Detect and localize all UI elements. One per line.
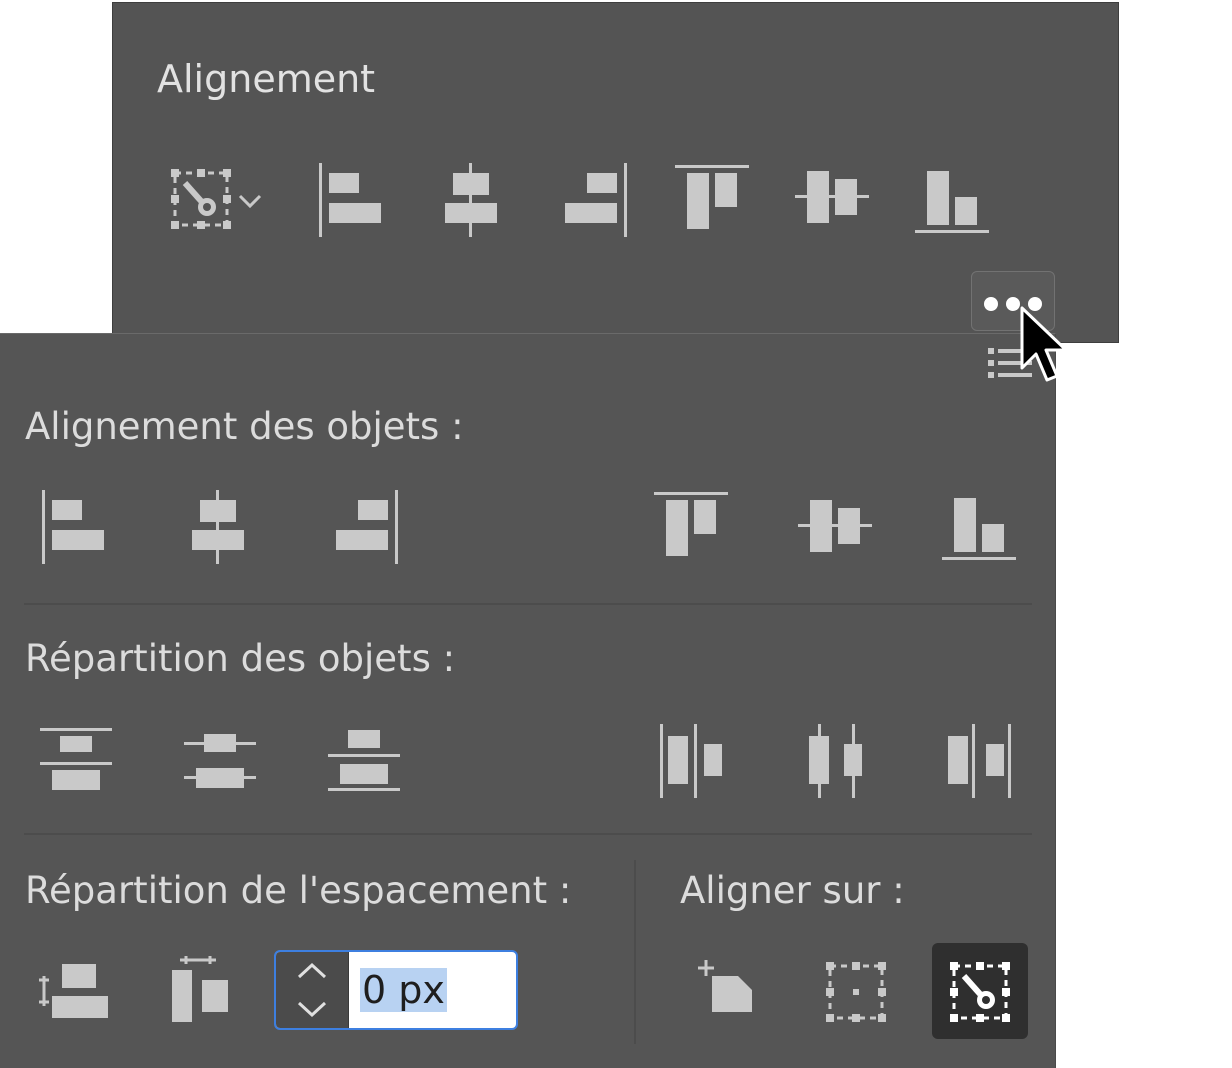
value-stepper[interactable] xyxy=(276,952,349,1028)
alignment-panel-top: Alignement xyxy=(112,2,1119,343)
align-to-artboard-icon[interactable] xyxy=(698,958,756,1014)
key-object-align-icon[interactable] xyxy=(171,169,231,229)
more-options-icon xyxy=(1006,297,1020,311)
chevron-up-icon[interactable] xyxy=(296,962,328,980)
align-to-label: Aligner sur : xyxy=(680,869,905,912)
align-vertical-center-icon[interactable] xyxy=(795,169,869,225)
object-alignment-label: Alignement des objets : xyxy=(25,405,464,448)
object-distribution-label: Répartition des objets : xyxy=(25,637,456,680)
distribute-right-icon[interactable] xyxy=(944,724,1014,798)
distribute-horizontal-center-icon[interactable] xyxy=(804,724,868,798)
distribute-left-icon[interactable] xyxy=(658,724,726,798)
align-top-edge-icon[interactable] xyxy=(675,165,749,231)
section-divider xyxy=(24,603,1032,605)
align-left-edge-icon[interactable] xyxy=(42,490,106,564)
align-bottom-edge-icon[interactable] xyxy=(915,169,989,233)
vertical-spacing-icon[interactable] xyxy=(38,962,110,1022)
chevron-down-icon[interactable] xyxy=(237,193,263,209)
distribute-top-icon[interactable] xyxy=(40,726,112,794)
align-horizontal-center-icon[interactable] xyxy=(443,163,499,237)
distribute-bottom-icon[interactable] xyxy=(328,726,400,794)
section-vertical-divider xyxy=(634,860,636,1044)
align-left-edge-icon[interactable] xyxy=(319,163,383,237)
align-to-selection-icon[interactable] xyxy=(826,962,886,1022)
spacing-value-input[interactable]: 0 px xyxy=(360,968,447,1012)
chevron-down-icon[interactable] xyxy=(296,1000,328,1018)
spacing-distribution-label: Répartition de l'espacement : xyxy=(25,869,572,912)
horizontal-spacing-icon[interactable] xyxy=(170,956,230,1024)
more-options-icon xyxy=(984,297,998,311)
distribute-vertical-center-icon[interactable] xyxy=(184,728,256,792)
align-to-key-object-icon[interactable] xyxy=(950,962,1010,1022)
section-divider xyxy=(24,833,1032,835)
align-right-edge-icon[interactable] xyxy=(334,490,398,564)
spacing-value-field[interactable]: 0 px xyxy=(274,950,518,1030)
align-bottom-edge-icon[interactable] xyxy=(942,496,1016,560)
align-top-edge-icon[interactable] xyxy=(654,492,728,558)
align-right-edge-icon[interactable] xyxy=(563,163,627,237)
align-vertical-center-icon[interactable] xyxy=(798,498,872,554)
align-horizontal-center-icon[interactable] xyxy=(190,490,246,564)
panel-title: Alignement xyxy=(157,57,376,101)
cursor-pointer-icon xyxy=(1020,306,1072,386)
